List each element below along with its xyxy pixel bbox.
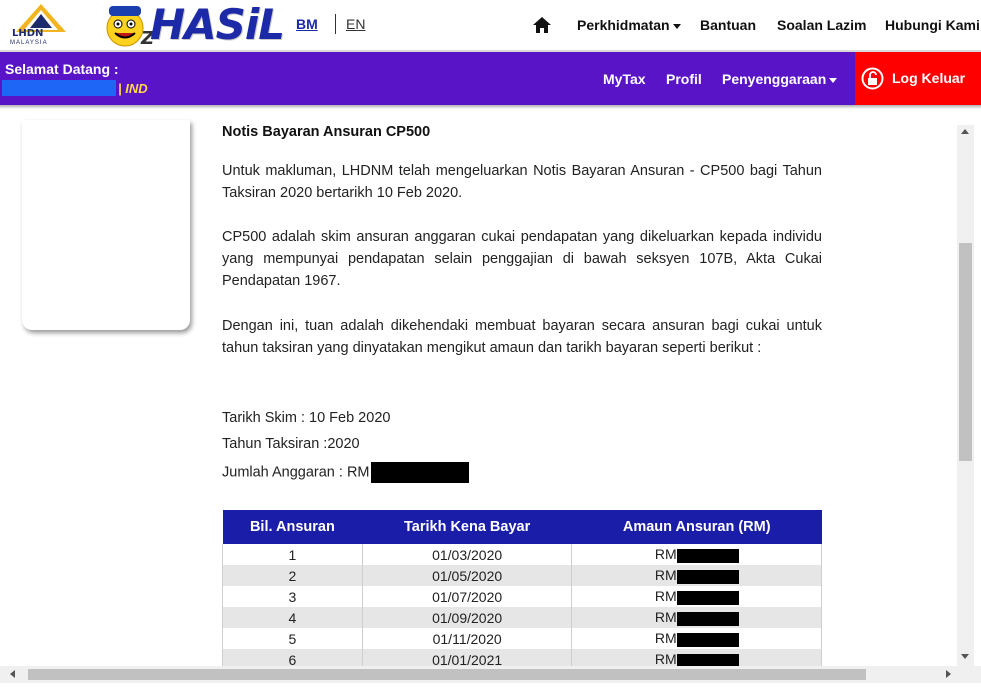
amount-prefix: RM <box>654 609 677 626</box>
sidebar-card <box>22 120 190 330</box>
amount-prefix: RM <box>654 651 677 668</box>
installment-table: Bil. Ansuran Tarikh Kena Bayar Amaun Ans… <box>222 510 822 670</box>
scroll-right-arrow-icon[interactable] <box>946 670 951 678</box>
due-date: 01/07/2020 <box>361 586 573 607</box>
logout-button[interactable]: Log Keluar <box>855 52 981 105</box>
installment-amount: RM <box>571 586 822 607</box>
nav-bantuan[interactable]: Bantuan <box>700 17 756 33</box>
table-header-row: Bil. Ansuran Tarikh Kena Bayar Amaun Ans… <box>222 510 822 544</box>
language-en-link[interactable]: EN <box>346 16 365 32</box>
user-type: | IND <box>118 81 148 96</box>
table-row: 1 01/03/2020 RM <box>222 544 822 565</box>
lhdn-logo-subtext: MALAYSIA <box>10 40 48 46</box>
nav-perkhidmatan[interactable]: Perkhidmatan <box>577 17 681 33</box>
notice-paragraph-3: Dengan ini, tuan adalah dikehendaki memb… <box>222 318 822 356</box>
amount-redacted <box>676 611 739 626</box>
table-row: 3 01/07/2020 RM <box>222 586 822 607</box>
user-bar: Selamat Datang : | IND MyTax Profil Peny… <box>0 52 981 105</box>
amount-redacted <box>676 548 739 563</box>
jumlah-anggaran-label: Jumlah Anggaran : RM <box>222 464 370 481</box>
installment-amount: RM <box>571 607 822 628</box>
table-row: 4 01/09/2020 RM <box>222 607 822 628</box>
tahun-taksiran: Tahun Taksiran :2020 <box>222 436 360 452</box>
nav-hubungi-kami[interactable]: Hubungi Kami <box>885 17 980 33</box>
notice-paragraph-1: Untuk makluman, LHDNM telah mengeluarkan… <box>222 163 822 201</box>
nav-penyenggaraan[interactable]: Penyenggaraan <box>722 71 838 87</box>
nav-mytax[interactable]: MyTax <box>603 71 646 87</box>
scroll-left-arrow-icon[interactable] <box>10 670 15 678</box>
scroll-up-arrow-icon[interactable] <box>961 129 969 134</box>
top-header: LHDN MALAYSIA Z HASiL BM EN Perkhidmatan… <box>0 0 981 52</box>
nav-soalan-lazim[interactable]: Soalan Lazim <box>777 17 866 33</box>
installment-number: 1 <box>222 544 363 565</box>
installment-amount: RM <box>571 628 822 649</box>
amount-prefix: RM <box>654 567 677 584</box>
chevron-down-icon <box>672 23 681 29</box>
installment-number: 5 <box>222 628 363 649</box>
unlock-icon <box>861 67 884 90</box>
notice-title: Notis Bayaran Ansuran CP500 <box>222 124 431 140</box>
lhdn-logo-text: LHDN <box>12 28 44 39</box>
installment-number: 2 <box>222 565 363 586</box>
language-separator <box>335 14 336 34</box>
table-row: 2 01/05/2020 RM <box>222 565 822 586</box>
amount-redacted <box>370 462 469 483</box>
column-header: Bil. Ansuran <box>222 510 363 544</box>
hasil-brand-text: HASiL <box>150 0 285 49</box>
tarikh-skim: Tarikh Skim : 10 Feb 2020 <box>222 410 391 426</box>
logout-label: Log Keluar <box>892 70 966 86</box>
notice-paragraph-2: CP500 adalah skim ansuran anggaran cukai… <box>222 229 822 289</box>
header-shadow <box>0 105 981 109</box>
amount-prefix: RM <box>654 630 677 647</box>
column-header: Tarikh Kena Bayar <box>362 510 572 544</box>
due-date: 01/09/2020 <box>361 607 573 628</box>
installment-amount: RM <box>571 565 822 586</box>
chevron-down-icon <box>829 77 838 83</box>
nav-perkhidmatan-label: Perkhidmatan <box>577 17 670 33</box>
installment-number: 4 <box>222 607 363 628</box>
horizontal-scroll-thumb[interactable] <box>28 669 866 680</box>
installment-number: 3 <box>222 586 363 607</box>
vertical-scroll-thumb[interactable] <box>959 243 972 461</box>
horizontal-scrollbar[interactable] <box>0 666 981 683</box>
scroll-down-arrow-icon[interactable] <box>961 654 969 659</box>
amount-prefix: RM <box>654 588 677 605</box>
due-date: 01/11/2020 <box>361 628 573 649</box>
amount-redacted <box>676 569 739 584</box>
welcome-text: Selamat Datang : <box>5 61 119 77</box>
vertical-scrollbar[interactable] <box>957 125 974 666</box>
column-header: Amaun Ansuran (RM) <box>571 510 822 544</box>
nav-penyenggaraan-label: Penyenggaraan <box>722 71 827 87</box>
username-redacted <box>2 80 116 96</box>
language-bm-link[interactable]: BM <box>296 16 318 32</box>
home-icon[interactable] <box>532 15 552 35</box>
installment-amount: RM <box>571 544 822 565</box>
amount-redacted <box>676 590 739 605</box>
amount-prefix: RM <box>654 546 677 563</box>
due-date: 01/05/2020 <box>361 565 573 586</box>
jumlah-anggaran: Jumlah Anggaran : RM <box>222 462 469 483</box>
amount-redacted <box>676 632 739 647</box>
table-row: 5 01/11/2020 RM <box>222 628 822 649</box>
nav-profil[interactable]: Profil <box>666 71 702 87</box>
due-date: 01/03/2020 <box>361 544 573 565</box>
